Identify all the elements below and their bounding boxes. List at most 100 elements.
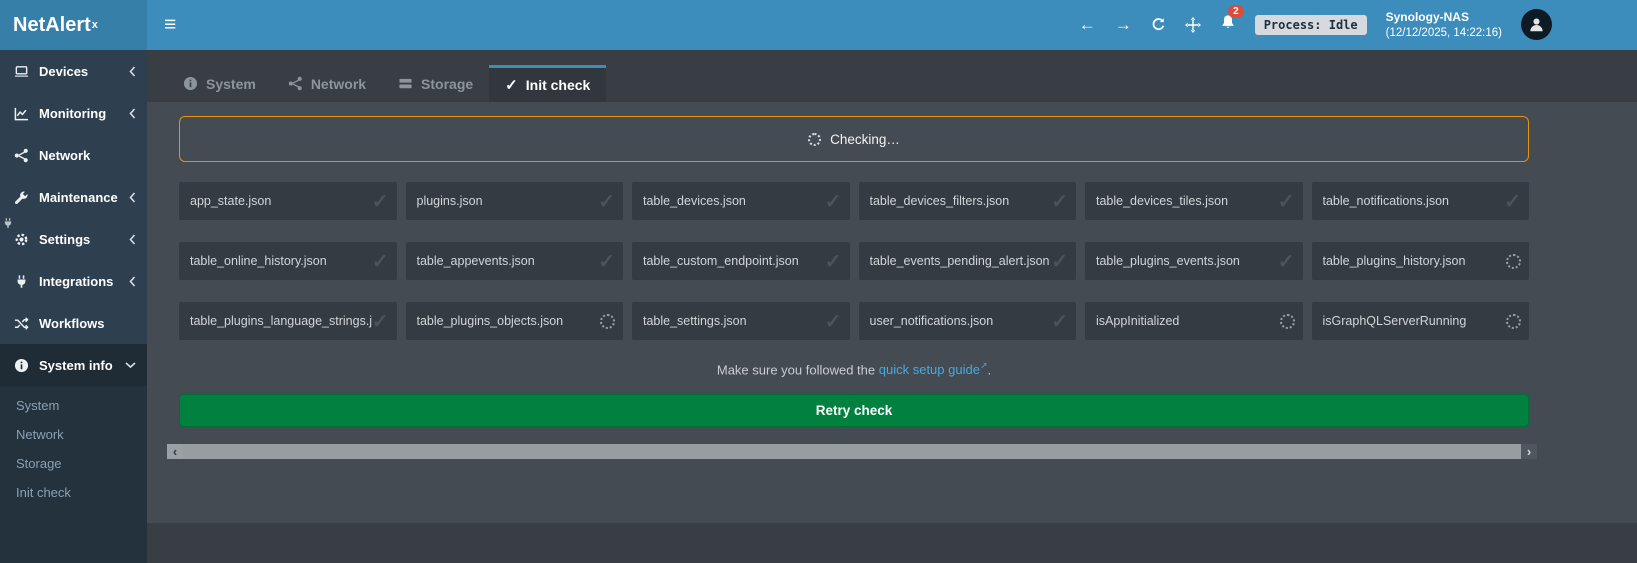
check-icon: ✓ <box>1051 189 1068 214</box>
sidebar: Devices Monitoring Network Maintenance S… <box>0 50 147 563</box>
check-icon: ✓ <box>825 249 842 274</box>
spinner-icon <box>808 133 821 146</box>
check-icon: ✓ <box>372 249 389 274</box>
sidebar-toggle-icon[interactable]: ≡ <box>147 0 193 50</box>
notifications-bell[interactable]: 2 <box>1220 14 1236 35</box>
check-icon: ✓ <box>1504 189 1521 214</box>
chevron-left-icon <box>129 66 136 77</box>
sidebar-item-label: Maintenance <box>39 190 118 205</box>
check-item-label: table_devices_filters.json <box>870 194 1010 208</box>
network-nodes-icon <box>13 148 30 163</box>
spinner-icon <box>1506 314 1521 329</box>
refresh-icon[interactable] <box>1151 17 1166 32</box>
scroll-left-icon[interactable]: ‹ <box>167 444 183 459</box>
subitem-label: System <box>16 398 59 413</box>
checking-label: Checking… <box>830 132 900 147</box>
check-item-table-devices: table_devices.json✓ <box>632 182 850 220</box>
check-icon: ✓ <box>1051 309 1068 334</box>
scrollbar-track[interactable] <box>183 444 1521 459</box>
move-icon[interactable] <box>1185 17 1201 33</box>
check-item-table-devices-filters: table_devices_filters.json ✓ <box>859 182 1077 220</box>
info-icon <box>13 358 30 373</box>
sidebar-item-network[interactable]: Network <box>0 134 147 176</box>
sidebar-item-label: Monitoring <box>39 106 106 121</box>
quick-setup-guide-link[interactable]: quick setup guide↗ <box>879 362 988 377</box>
check-item-is-graphql-server-running: isGraphQLServerRunning <box>1312 302 1530 340</box>
sidebar-item-maintenance[interactable]: Maintenance <box>0 176 147 218</box>
subitem-label: Storage <box>16 456 62 471</box>
host-info: Synology-NAS (12/12/2025, 14:22:16) <box>1386 9 1502 42</box>
sidebar-item-settings[interactable]: Settings <box>0 218 147 260</box>
server-icon <box>398 76 413 91</box>
sidebar-subitem-network[interactable]: Network <box>0 420 147 449</box>
retry-check-button[interactable]: Retry check <box>179 394 1529 427</box>
check-item-label: table_custom_endpoint.json <box>643 254 799 268</box>
check-item-label: table_plugins_language_strings.json <box>190 314 372 328</box>
check-icon: ✓ <box>1278 189 1295 214</box>
spinner-icon <box>1280 314 1295 329</box>
check-item-label: user_notifications.json <box>870 314 994 328</box>
tab-label: System <box>206 76 256 92</box>
sidebar-subitem-init-check[interactable]: Init check <box>0 478 147 507</box>
check-icon: ✓ <box>598 249 615 274</box>
host-name: Synology-NAS <box>1386 9 1502 26</box>
check-item-label: table_plugins_objects.json <box>417 314 564 328</box>
check-icon: ✓ <box>505 76 518 94</box>
chart-icon <box>13 106 30 121</box>
tab-label: Network <box>311 76 366 92</box>
hint-link-text: quick setup guide <box>879 362 980 377</box>
checking-status-box: Checking… <box>179 116 1529 162</box>
app-name: NetAlert <box>13 14 91 37</box>
check-icon: ✓ <box>1051 249 1068 274</box>
check-item-label: table_online_history.json <box>190 254 327 268</box>
sidebar-item-integrations[interactable]: Integrations <box>0 260 147 302</box>
user-avatar[interactable] <box>1521 9 1552 40</box>
tab-system[interactable]: System <box>167 65 272 102</box>
check-icon: ✓ <box>1278 249 1295 274</box>
check-item-table-plugins-language-strings: table_plugins_language_strings.json✓ <box>179 302 397 340</box>
back-icon[interactable]: ← <box>1079 15 1096 35</box>
navbar-right: ← → 2 Process: Idle Synology-NAS (12/12/… <box>1079 9 1637 42</box>
horizontal-scrollbar[interactable]: ‹ › <box>167 444 1537 459</box>
check-item-label: app_state.json <box>190 194 271 208</box>
tab-network[interactable]: Network <box>272 65 382 102</box>
sidebar-item-label: Settings <box>39 232 90 247</box>
sidebar-item-label: System info <box>39 358 113 373</box>
check-item-table-devices-tiles: table_devices_tiles.json✓ <box>1085 182 1303 220</box>
check-item-table-custom-endpoint: table_custom_endpoint.json ✓ <box>632 242 850 280</box>
info-icon <box>183 76 198 91</box>
sidebar-item-label: Devices <box>39 64 88 79</box>
chevron-left-icon <box>129 192 136 203</box>
system-info-submenu: System Network Storage Init check <box>0 386 147 563</box>
sidebar-subitem-storage[interactable]: Storage <box>0 449 147 478</box>
check-item-table-notifications: table_notifications.json ✓ <box>1312 182 1530 220</box>
sidebar-item-monitoring[interactable]: Monitoring <box>0 92 147 134</box>
app-logo[interactable]: NetAlertx <box>0 0 147 50</box>
person-icon <box>1528 16 1545 33</box>
check-item-label: isAppInitialized <box>1096 314 1179 328</box>
tab-label: Storage <box>421 76 473 92</box>
sidebar-item-workflows[interactable]: Workflows <box>0 302 147 344</box>
check-item-label: table_notifications.json <box>1323 194 1449 208</box>
tab-label: Init check <box>526 77 591 93</box>
tab-storage[interactable]: Storage <box>382 65 489 102</box>
setup-hint: Make sure you followed the quick setup g… <box>179 361 1529 377</box>
scroll-right-icon[interactable]: › <box>1521 444 1537 459</box>
check-icon: ✓ <box>598 189 615 214</box>
init-check-panel: Checking… app_state.json✓ plugins.json✓ … <box>147 102 1637 523</box>
process-status-badge[interactable]: Process: Idle <box>1255 15 1367 35</box>
sidebar-item-label: Integrations <box>39 274 113 289</box>
tab-init-check[interactable]: ✓ Init check <box>489 65 606 102</box>
sidebar-item-system-info[interactable]: System info <box>0 344 147 386</box>
notification-count-badge: 2 <box>1228 5 1244 18</box>
hint-suffix: . <box>987 362 991 377</box>
check-item-table-plugins-history: table_plugins_history.json <box>1312 242 1530 280</box>
forward-icon[interactable]: → <box>1115 15 1132 35</box>
chevron-left-icon <box>129 276 136 287</box>
sidebar-item-devices[interactable]: Devices <box>0 50 147 92</box>
sidebar-subitem-system[interactable]: System <box>0 391 147 420</box>
chevron-down-icon <box>125 362 136 369</box>
check-item-label: table_plugins_events.json <box>1096 254 1240 268</box>
sidebar-item-label: Network <box>39 148 90 163</box>
check-item-table-plugins-objects: table_plugins_objects.json <box>406 302 624 340</box>
